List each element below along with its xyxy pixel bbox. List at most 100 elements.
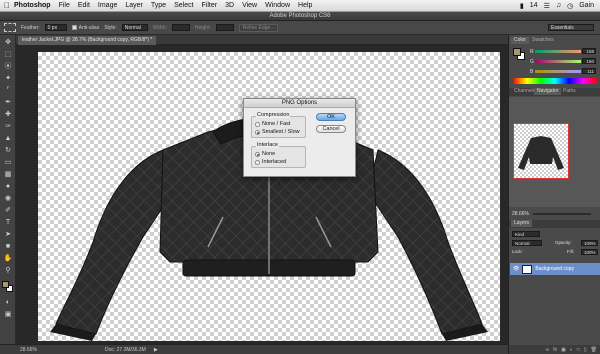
radio-interlaced[interactable]: Interlaced bbox=[255, 159, 286, 165]
tab-navigator[interactable]: Navigator bbox=[534, 88, 562, 95]
menu-filter[interactable]: Filter bbox=[202, 2, 218, 9]
visibility-eye-icon[interactable]: 👁 bbox=[513, 266, 519, 272]
color-spectrum[interactable] bbox=[513, 78, 597, 84]
green-slider[interactable]: G bbox=[530, 59, 581, 65]
menu-image[interactable]: Image bbox=[98, 2, 117, 9]
width-field[interactable] bbox=[171, 24, 190, 31]
radio-smallest-slow[interactable]: Smallest / Slow bbox=[255, 129, 300, 135]
lasso-icon[interactable]: ⦿ bbox=[3, 62, 13, 71]
radio-interlace-none[interactable]: None bbox=[255, 151, 275, 157]
menu-select[interactable]: Select bbox=[174, 2, 193, 9]
menu-help[interactable]: Help bbox=[298, 2, 312, 9]
panel-foreground-swatch[interactable] bbox=[513, 48, 521, 56]
ok-button[interactable]: OK bbox=[316, 113, 346, 121]
brush-icon[interactable]: ✑ bbox=[3, 122, 13, 131]
tab-color[interactable]: Color bbox=[511, 37, 529, 44]
blue-value[interactable]: 111 bbox=[582, 68, 596, 74]
blur-icon[interactable]: ● bbox=[3, 182, 13, 191]
document-canvas[interactable] bbox=[38, 52, 500, 341]
layer-row-background-copy[interactable]: 👁 Background copy bbox=[510, 263, 600, 275]
quick-select-icon[interactable]: ✦ bbox=[3, 74, 13, 83]
cancel-button[interactable]: Cancel bbox=[316, 125, 346, 133]
marquee-tool-icon[interactable] bbox=[4, 23, 16, 32]
marquee-icon[interactable]: ⬚ bbox=[3, 50, 13, 59]
hand-icon[interactable]: ✋ bbox=[3, 254, 13, 263]
tab-paths[interactable]: Paths bbox=[560, 88, 579, 95]
navigator-thumbnail[interactable] bbox=[513, 123, 569, 179]
link-layers-icon[interactable]: ∞ bbox=[546, 347, 550, 353]
shape-icon[interactable]: ■ bbox=[3, 242, 13, 251]
volume-icon[interactable]: ♫ bbox=[556, 2, 561, 9]
layer-style-icon[interactable]: fx bbox=[553, 347, 557, 353]
red-value[interactable]: 168 bbox=[582, 48, 596, 54]
document-tab[interactable]: leather Jacket.JPG @ 28.7% (Background c… bbox=[18, 36, 157, 45]
apple-icon[interactable]:  bbox=[0, 1, 14, 10]
blue-slider[interactable]: B bbox=[530, 69, 581, 75]
antialias-checkbox[interactable] bbox=[71, 24, 77, 30]
radio-none-fast[interactable]: None / Fast bbox=[255, 121, 290, 127]
green-track[interactable] bbox=[535, 60, 581, 63]
menu-layer[interactable]: Layer bbox=[125, 2, 143, 9]
add-mask-icon[interactable]: ▣ bbox=[561, 347, 566, 353]
battery-icon[interactable]: ▮ bbox=[520, 2, 524, 10]
blend-mode-select[interactable]: Normal bbox=[512, 240, 542, 246]
new-group-icon[interactable]: □ bbox=[577, 347, 580, 353]
screen-mode-icon[interactable]: ▣ bbox=[3, 310, 13, 319]
status-arrow-icon[interactable]: ▶ bbox=[154, 347, 158, 353]
wifi-icon[interactable]: ☰ bbox=[544, 2, 550, 10]
red-slider[interactable]: R bbox=[530, 49, 581, 55]
move-tool-icon[interactable]: ✥ bbox=[3, 38, 13, 47]
pen-icon[interactable]: ✐ bbox=[3, 206, 13, 215]
foreground-color-swatch[interactable] bbox=[2, 281, 9, 288]
adjustment-layer-icon[interactable]: ◐ bbox=[570, 347, 573, 353]
refine-edge-button[interactable]: Refine Edge... bbox=[238, 23, 279, 32]
history-brush-icon[interactable]: ↻ bbox=[3, 146, 13, 155]
path-select-icon[interactable]: ➤ bbox=[3, 230, 13, 239]
new-layer-icon[interactable]: ▯ bbox=[584, 347, 587, 353]
menu-window[interactable]: Window bbox=[265, 2, 290, 9]
feather-field[interactable]: 0 px bbox=[44, 24, 67, 31]
menu-3d[interactable]: 3D bbox=[225, 2, 234, 9]
healing-brush-icon[interactable]: ✚ bbox=[3, 110, 13, 119]
navigator-zoom[interactable]: 28.66% bbox=[512, 211, 529, 217]
menu-bar:  Photoshop File Edit Image Layer Type S… bbox=[0, 0, 600, 12]
fill-field[interactable]: 100% bbox=[581, 249, 598, 255]
layer-name[interactable]: Background copy bbox=[535, 266, 574, 272]
radio-smallest-slow-dot[interactable] bbox=[255, 129, 260, 135]
navigator-zoom-slider[interactable] bbox=[533, 213, 591, 215]
tab-layers[interactable]: Layers bbox=[511, 220, 533, 227]
radio-interlace-none-dot[interactable] bbox=[255, 151, 260, 157]
menu-view[interactable]: View bbox=[242, 2, 257, 9]
gradient-icon[interactable]: ▩ bbox=[3, 170, 13, 179]
dodge-icon[interactable]: ◉ bbox=[3, 194, 13, 203]
menu-file[interactable]: File bbox=[59, 2, 70, 9]
radio-none-fast-dot[interactable] bbox=[255, 121, 260, 127]
radio-interlaced-dot[interactable] bbox=[255, 159, 260, 165]
blue-track[interactable] bbox=[535, 70, 581, 73]
crop-icon[interactable]: ⌜ bbox=[3, 86, 13, 95]
menu-app-name[interactable]: Photoshop bbox=[14, 2, 51, 9]
quick-mask-icon[interactable]: ◐ bbox=[3, 298, 13, 307]
layer-kind-filter[interactable]: Kind bbox=[512, 231, 540, 237]
zoom-level[interactable]: 28.66% bbox=[20, 347, 37, 353]
delete-layer-icon[interactable]: 🗑 bbox=[591, 347, 597, 353]
type-icon[interactable]: T bbox=[3, 218, 13, 227]
menu-type[interactable]: Type bbox=[151, 2, 166, 9]
menu-user[interactable]: Gain bbox=[579, 2, 594, 9]
zoom-icon[interactable]: ⚲ bbox=[3, 266, 13, 275]
eyedropper-icon[interactable]: ✒ bbox=[3, 98, 13, 107]
green-value[interactable]: 150 bbox=[582, 58, 596, 64]
clone-stamp-icon[interactable]: ▲ bbox=[3, 134, 13, 143]
tab-swatches[interactable]: Swatches bbox=[529, 37, 557, 44]
opacity-label: Opacity: bbox=[555, 240, 572, 245]
eraser-icon[interactable]: ▭ bbox=[3, 158, 13, 167]
opacity-field[interactable]: 100% bbox=[581, 240, 598, 246]
color-panel-swatches[interactable] bbox=[513, 48, 525, 60]
height-field[interactable] bbox=[215, 24, 234, 31]
clock-icon[interactable]: ◷ bbox=[567, 2, 573, 10]
color-swatches[interactable] bbox=[0, 279, 15, 295]
menu-edit[interactable]: Edit bbox=[78, 2, 90, 9]
workspace-select[interactable]: Essentials bbox=[548, 24, 594, 31]
red-track[interactable] bbox=[535, 50, 581, 53]
style-select[interactable]: Normal bbox=[121, 24, 148, 31]
